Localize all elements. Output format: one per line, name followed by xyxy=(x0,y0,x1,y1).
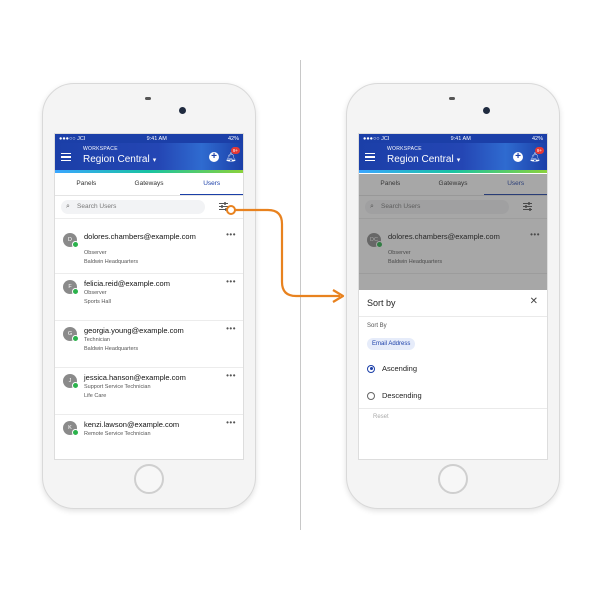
arrow-origin-dot xyxy=(226,205,236,215)
flow-arrow xyxy=(226,205,345,303)
arrow-line xyxy=(235,208,340,298)
